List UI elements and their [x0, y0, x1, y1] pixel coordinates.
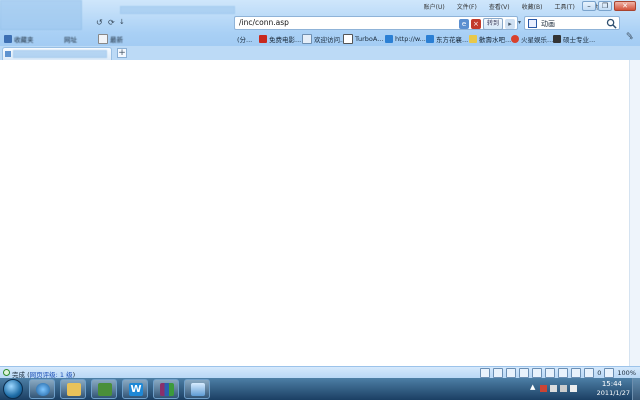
popup-blocker-icon[interactable]	[584, 368, 595, 378]
left-toolbar-item[interactable]: 网址	[64, 33, 77, 44]
back-icon[interactable]: ↺	[96, 18, 103, 27]
address-icons: e × 转到 ▸	[458, 18, 515, 30]
favorite-item[interactable]: http://w...	[385, 33, 426, 44]
obscured-tab-title	[13, 50, 107, 58]
show-desktop-button[interactable]	[632, 378, 640, 400]
start-button[interactable]	[3, 379, 23, 399]
taskbar-window-button[interactable]	[184, 379, 210, 399]
shield-icon[interactable]	[506, 368, 517, 378]
app-icon	[98, 383, 112, 396]
vertical-scrollbar[interactable]	[629, 60, 640, 366]
taskbar: W ▲ 15:44 2011/1/27	[0, 378, 640, 400]
taskbar-app-button[interactable]	[91, 379, 117, 399]
system-tray: ▲ 15:44 2011/1/27	[530, 378, 640, 400]
archive-icon	[160, 383, 174, 396]
maximize-button[interactable]: ❐	[598, 1, 612, 11]
word-icon: W	[129, 383, 143, 396]
page-content[interactable]	[0, 60, 629, 366]
favorites-bar: 收藏夹 网址 最新 (分... 免费电影... 欢迎访问... TurboA..…	[0, 31, 640, 46]
address-dropdown-icon[interactable]: ▸	[505, 19, 515, 29]
clock-date[interactable]: 2011/1/27	[597, 389, 630, 397]
refresh-icon[interactable]: ⟳	[108, 18, 115, 27]
obscured-title	[120, 6, 235, 14]
link-icon	[426, 34, 434, 43]
obscured-region	[0, 0, 82, 30]
zoom-icon[interactable]	[604, 368, 615, 378]
favorite-item[interactable]: 东方花襄...	[426, 33, 468, 44]
status-ok-icon	[3, 369, 10, 376]
folder-icon	[98, 33, 108, 44]
taskbar-winrar-button[interactable]	[153, 379, 179, 399]
browser-icon	[36, 383, 50, 396]
video-icon	[259, 34, 267, 43]
dropdown-icon[interactable]: ↓	[119, 18, 125, 26]
search-box[interactable]: 动画	[524, 16, 620, 30]
favorite-item[interactable]: 免费电影...	[259, 33, 301, 44]
page-favicon-icon	[5, 51, 11, 57]
new-tab-button[interactable]: +	[117, 48, 127, 58]
menu-favorites[interactable]: 收藏(B)	[522, 2, 543, 12]
close-button[interactable]: ✕	[614, 1, 636, 11]
left-toolbar-item[interactable]: 最新	[98, 33, 123, 44]
search-engine-icon[interactable]	[528, 19, 537, 28]
eye-icon[interactable]	[571, 368, 582, 378]
title-bar: ↺ ⟳ ↓ 账户(U) 文件(F) 查看(V) 收藏(B) 工具(T) 帮助(H…	[0, 0, 640, 30]
stop-icon[interactable]: ×	[470, 19, 481, 29]
popup-count: 0	[597, 369, 602, 377]
graduation-cap-icon	[553, 34, 561, 43]
heart-icon	[511, 34, 519, 43]
clock-time[interactable]: 15:44	[602, 380, 622, 388]
status-tools: 0 100%	[480, 368, 636, 378]
favorite-item[interactable]: 欢迎访问...	[302, 33, 346, 44]
window-icon[interactable]	[545, 368, 556, 378]
tray-arrow-icon[interactable]: ▲	[530, 383, 537, 391]
menu-view[interactable]: 查看(V)	[489, 2, 510, 12]
favorites-star-icon	[4, 34, 12, 43]
more-favorites-icon[interactable]: »	[629, 34, 633, 42]
minimize-button[interactable]: –	[582, 1, 596, 11]
favorite-item[interactable]: 硕士专业...	[553, 33, 595, 44]
download-icon[interactable]	[493, 368, 504, 378]
menu-bar: 账户(U) 文件(F) 查看(V) 收藏(B) 工具(T) 帮助(H)	[424, 2, 608, 12]
tab-bar: +	[0, 46, 640, 60]
tray-app-icon[interactable]	[550, 385, 557, 392]
security-icon[interactable]: e	[458, 19, 469, 29]
download-icon[interactable]	[480, 368, 491, 378]
taskbar-word-button[interactable]: W	[122, 379, 148, 399]
page-icon	[302, 33, 312, 44]
menu-account[interactable]: 账户(U)	[424, 2, 445, 12]
status-bar: 完成 (网页评级: 1 级) 0 100%	[0, 366, 640, 379]
address-bar[interactable]: /inc/conn.asp e × 转到 ▸	[234, 16, 518, 30]
address-url[interactable]: /inc/conn.asp	[239, 18, 289, 27]
window-icon	[191, 383, 205, 396]
link-icon	[385, 34, 393, 43]
favorite-item[interactable]: 歡壽水吧...	[469, 33, 511, 44]
search-icon[interactable]	[606, 18, 617, 29]
taskbar-browser-button[interactable]	[29, 379, 55, 399]
volume-icon[interactable]	[570, 385, 577, 392]
network-icon[interactable]	[560, 385, 567, 392]
star-icon	[469, 34, 477, 43]
menu-file[interactable]: 文件(F)	[457, 2, 477, 12]
page-icon	[343, 33, 353, 44]
favorite-item[interactable]: 火星娱乐...	[511, 33, 553, 44]
go-button[interactable]: 转到	[482, 18, 503, 30]
taskbar-explorer-button[interactable]	[60, 379, 86, 399]
check-icon[interactable]	[519, 368, 530, 378]
menu-tools[interactable]: 工具(T)	[554, 2, 574, 12]
speaker-icon[interactable]	[558, 368, 569, 378]
tab-active[interactable]	[2, 47, 112, 60]
signal-icon[interactable]	[532, 368, 543, 378]
favorite-item[interactable]: TurboA...	[343, 33, 383, 44]
flag-icon[interactable]	[540, 385, 547, 392]
zoom-level[interactable]: 100%	[617, 369, 636, 377]
left-toolbar-item[interactable]: 收藏夹	[4, 33, 34, 44]
search-input[interactable]: 动画	[541, 19, 555, 29]
favorite-item[interactable]: (分...	[237, 33, 252, 44]
folder-icon	[67, 383, 81, 396]
